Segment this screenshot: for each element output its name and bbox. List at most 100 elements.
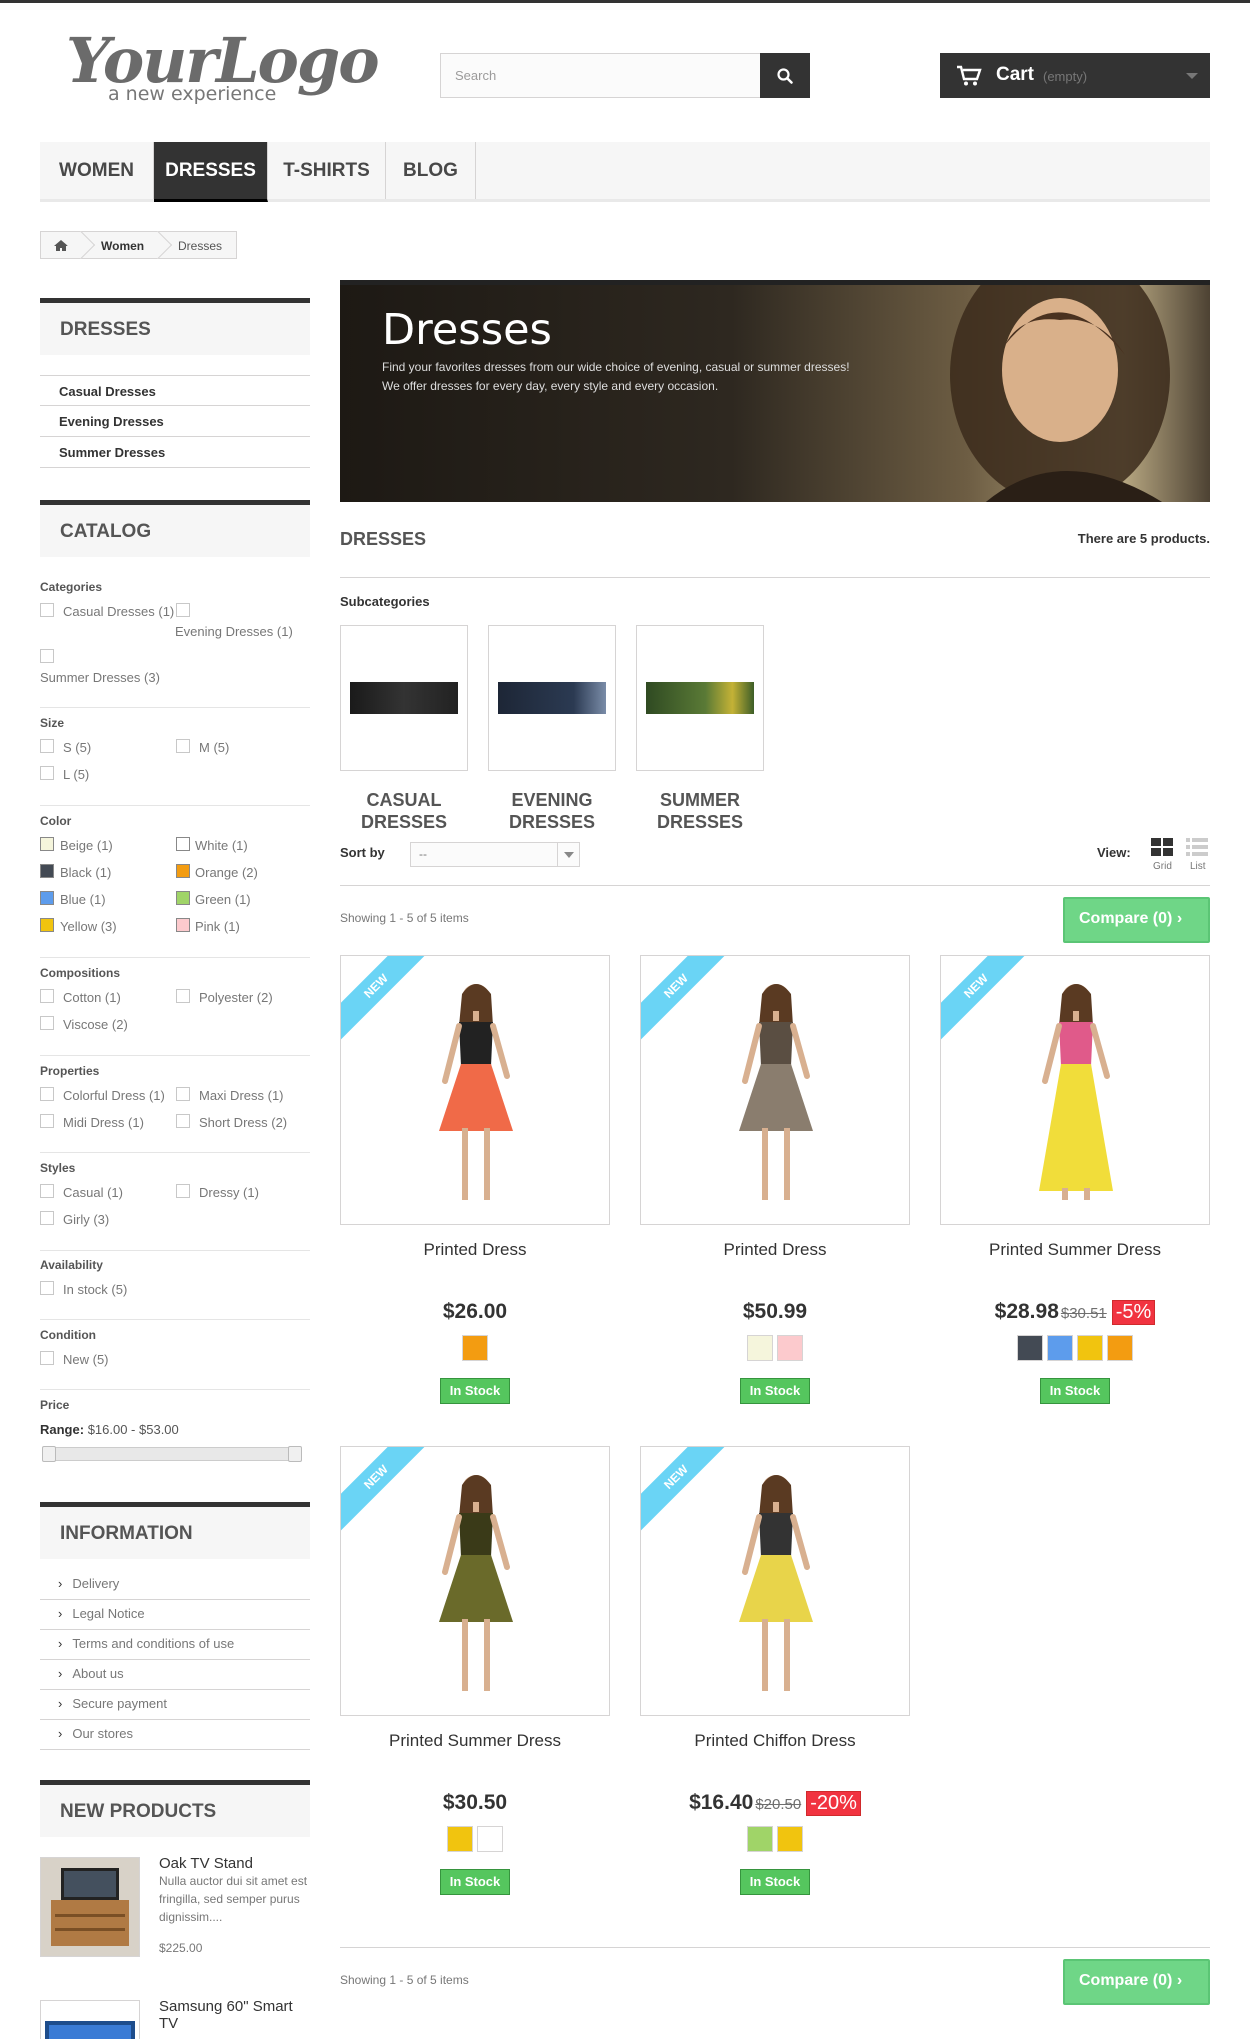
color-swatch[interactable]: [1047, 1335, 1073, 1361]
product-thumbnail-samsung-tv[interactable]: [40, 2000, 140, 2039]
color-swatch[interactable]: [447, 1826, 473, 1852]
checkbox-new[interactable]: [40, 1351, 54, 1365]
product-name[interactable]: Printed Chiffon Dress: [640, 1731, 910, 1751]
search-button[interactable]: [760, 53, 810, 98]
filter-label: L (5): [63, 767, 90, 782]
info-link-our-stores[interactable]: › Our stores: [40, 1720, 310, 1750]
product-thumbnail-oak-tv-stand[interactable]: [40, 1857, 140, 1957]
checkbox-summer-dresses[interactable]: [40, 649, 54, 663]
product-image-link[interactable]: NEW: [640, 1446, 910, 1716]
checkbox-maxi-dress[interactable]: [176, 1087, 190, 1101]
product-price-row: $28.98 $30.51 -5%: [940, 1300, 1210, 1325]
checkbox-casual[interactable]: [40, 1184, 54, 1198]
checkbox-size-l[interactable]: [40, 766, 54, 780]
menu-item-dresses[interactable]: DRESSES: [154, 142, 268, 202]
color-swatch-white[interactable]: [176, 837, 190, 851]
color-swatch-orange[interactable]: [176, 864, 190, 878]
subcategory-casual-dresses[interactable]: [340, 625, 468, 771]
checkbox-cotton[interactable]: [40, 989, 54, 1003]
subcategory-label[interactable]: CASUAL DRESSES: [340, 789, 468, 833]
menu-item-women[interactable]: WOMEN: [40, 142, 154, 199]
subcategory-label[interactable]: SUMMER DRESSES: [636, 789, 764, 833]
checkbox-short-dress[interactable]: [176, 1114, 190, 1128]
price-slider-min-handle[interactable]: [42, 1446, 56, 1462]
price-range-value: $16.00 - $53.00: [87, 1422, 179, 1437]
product-image-link[interactable]: NEW: [340, 1446, 610, 1716]
grid-view-label[interactable]: Grid: [1153, 861, 1172, 872]
product-name[interactable]: Printed Dress: [640, 1240, 910, 1260]
checkbox-dressy[interactable]: [176, 1184, 190, 1198]
compare-button[interactable]: Compare (0) ›: [1063, 897, 1210, 943]
sidebar-link-casual-dresses[interactable]: Casual Dresses: [40, 375, 310, 406]
color-swatch[interactable]: [747, 1826, 773, 1852]
info-link-legal-notice[interactable]: › Legal Notice: [40, 1600, 310, 1630]
list-view-icon[interactable]: [1186, 838, 1208, 856]
subcategory-evening-dresses[interactable]: [488, 625, 616, 771]
breadcrumb-women[interactable]: Women: [101, 239, 144, 253]
dresses-block-title[interactable]: DRESSES: [40, 298, 310, 355]
divider: [40, 707, 310, 708]
main-menu: WOMEN DRESSES T-SHIRTS BLOG: [40, 142, 1210, 202]
product-image-link[interactable]: NEW: [940, 955, 1210, 1225]
chevron-right-icon: ›: [58, 1606, 63, 1621]
sidebar-link-evening-dresses[interactable]: Evening Dresses: [40, 406, 310, 437]
subcategory-summer-dresses[interactable]: [636, 625, 764, 771]
color-swatch[interactable]: [462, 1335, 488, 1361]
new-product-name[interactable]: Oak TV Stand: [159, 1855, 309, 1872]
availability-badge: In Stock: [440, 1869, 510, 1895]
info-link-terms[interactable]: › Terms and conditions of use: [40, 1630, 310, 1660]
sidebar-link-summer-dresses[interactable]: Summer Dresses: [40, 437, 310, 468]
price-slider-max-handle[interactable]: [288, 1446, 302, 1462]
color-swatch[interactable]: [1017, 1335, 1043, 1361]
checkbox-colorful-dress[interactable]: [40, 1087, 54, 1101]
product-name[interactable]: Printed Summer Dress: [340, 1731, 610, 1751]
divider: [40, 957, 310, 958]
color-swatch-black[interactable]: [40, 864, 54, 878]
compare-button-bottom[interactable]: Compare (0) ›: [1063, 1959, 1210, 2005]
product-image-link[interactable]: NEW: [340, 955, 610, 1225]
checkbox-size-s[interactable]: [40, 739, 54, 753]
grid-view-icon[interactable]: [1151, 838, 1173, 856]
product-name[interactable]: Printed Summer Dress: [940, 1240, 1210, 1260]
color-swatch[interactable]: [777, 1826, 803, 1852]
new-product-name[interactable]: Samsung 60" Smart TV: [159, 1998, 309, 2032]
cart-button[interactable]: Cart (empty): [940, 53, 1210, 98]
info-link-label: About us: [72, 1666, 124, 1681]
filter-label: M (5): [199, 740, 230, 755]
subcategory-label[interactable]: EVENING DRESSES: [488, 789, 616, 833]
color-swatch[interactable]: [477, 1826, 503, 1852]
info-link-about-us[interactable]: › About us: [40, 1660, 310, 1690]
checkbox-in-stock[interactable]: [40, 1281, 54, 1295]
search-input[interactable]: Search: [440, 53, 810, 98]
color-swatch-blue[interactable]: [40, 891, 54, 905]
product-color-list: [640, 1335, 910, 1366]
color-swatch[interactable]: [1077, 1335, 1103, 1361]
color-swatch[interactable]: [777, 1335, 803, 1361]
checkbox-girly[interactable]: [40, 1211, 54, 1225]
color-swatch[interactable]: [747, 1335, 773, 1361]
price-slider[interactable]: [42, 1446, 302, 1462]
list-view-label[interactable]: List: [1190, 861, 1206, 872]
checkbox-polyester[interactable]: [176, 989, 190, 1003]
color-swatch-beige[interactable]: [40, 837, 54, 851]
product-name[interactable]: Printed Dress: [340, 1240, 610, 1260]
info-link-delivery[interactable]: › Delivery: [40, 1570, 310, 1600]
checkbox-casual-dresses[interactable]: [40, 603, 54, 617]
checkbox-viscose[interactable]: [40, 1016, 54, 1030]
view-label: View:: [1097, 845, 1131, 860]
search-icon: [777, 67, 793, 84]
checkbox-evening-dresses[interactable]: [176, 603, 190, 617]
checkbox-midi-dress[interactable]: [40, 1114, 54, 1128]
color-swatch-pink[interactable]: [176, 918, 190, 932]
product-image-link[interactable]: NEW: [640, 955, 910, 1225]
site-logo[interactable]: YourLogo a new experience: [66, 26, 380, 110]
filter-heading-color: Color: [40, 814, 72, 828]
color-swatch-green[interactable]: [176, 891, 190, 905]
color-swatch[interactable]: [1107, 1335, 1133, 1361]
menu-item-t-shirts[interactable]: T-SHIRTS: [268, 142, 386, 199]
sort-select[interactable]: --: [410, 842, 580, 867]
info-link-secure-payment[interactable]: › Secure payment: [40, 1690, 310, 1720]
color-swatch-yellow[interactable]: [40, 918, 54, 932]
menu-item-blog[interactable]: BLOG: [386, 142, 476, 199]
checkbox-size-m[interactable]: [176, 739, 190, 753]
